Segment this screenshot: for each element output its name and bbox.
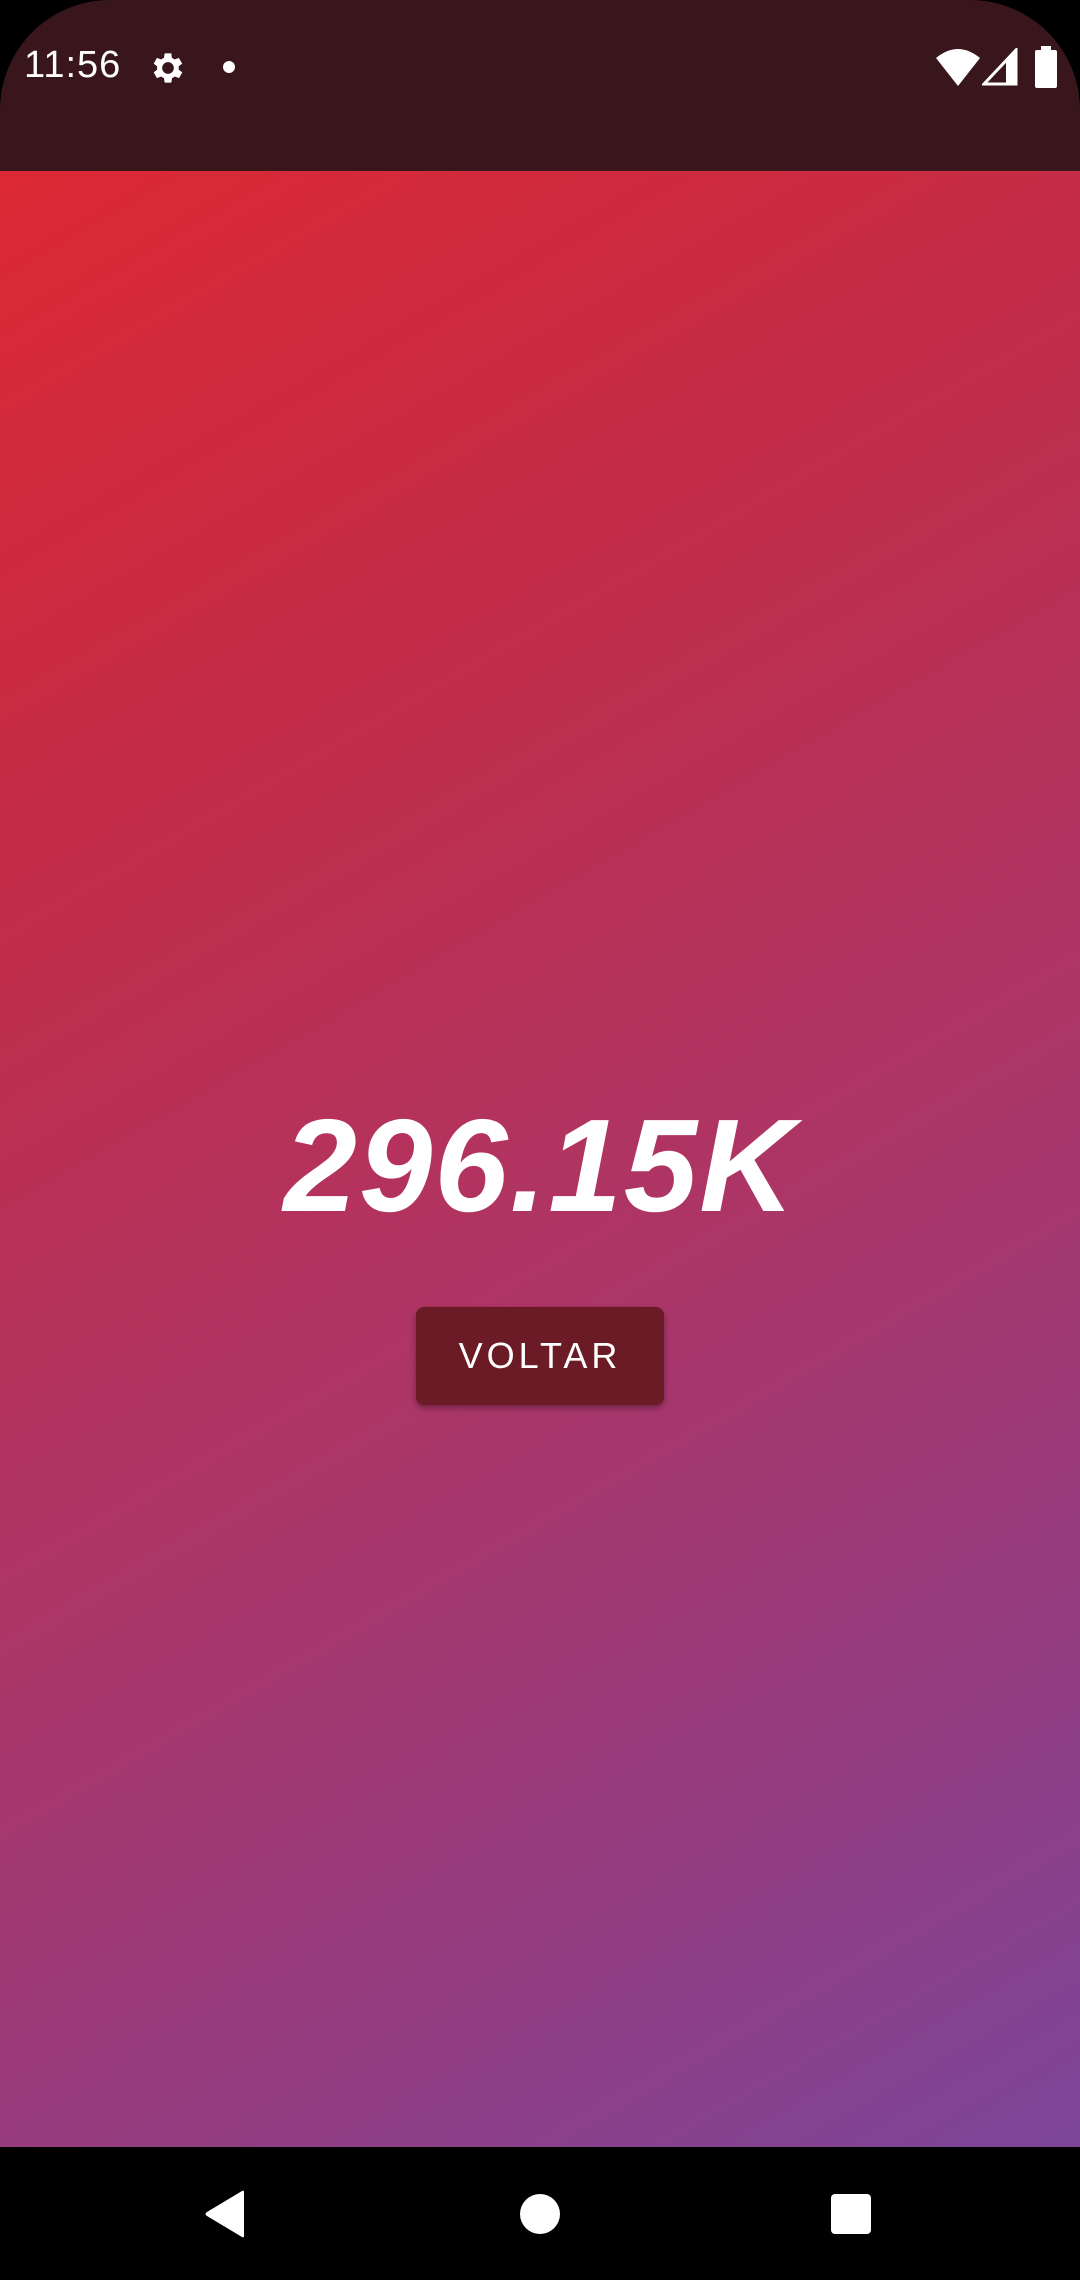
notification-dot-icon [223, 61, 235, 73]
device-screen: 11:56 296.15K VOLTAR [0, 0, 1080, 2280]
home-nav-icon [520, 2193, 560, 2234]
recents-nav-button[interactable] [781, 2147, 921, 2280]
battery-icon [1035, 46, 1057, 88]
gear-icon [153, 53, 183, 83]
status-time: 11:56 [24, 44, 122, 86]
status-bar: 11:56 [0, 0, 1080, 171]
home-nav-button[interactable] [470, 2147, 610, 2280]
recents-nav-icon [831, 2193, 871, 2234]
counter-value: 296.15K [283, 1092, 797, 1239]
back-nav-button[interactable] [156, 2147, 296, 2280]
wifi-icon [936, 49, 980, 86]
back-nav-icon [205, 2190, 244, 2237]
cellular-signal-icon [982, 48, 1018, 86]
navigation-bar [0, 2147, 1080, 2280]
main-content: 296.15K VOLTAR [0, 171, 1080, 2147]
voltar-button[interactable]: VOLTAR [416, 1307, 664, 1405]
